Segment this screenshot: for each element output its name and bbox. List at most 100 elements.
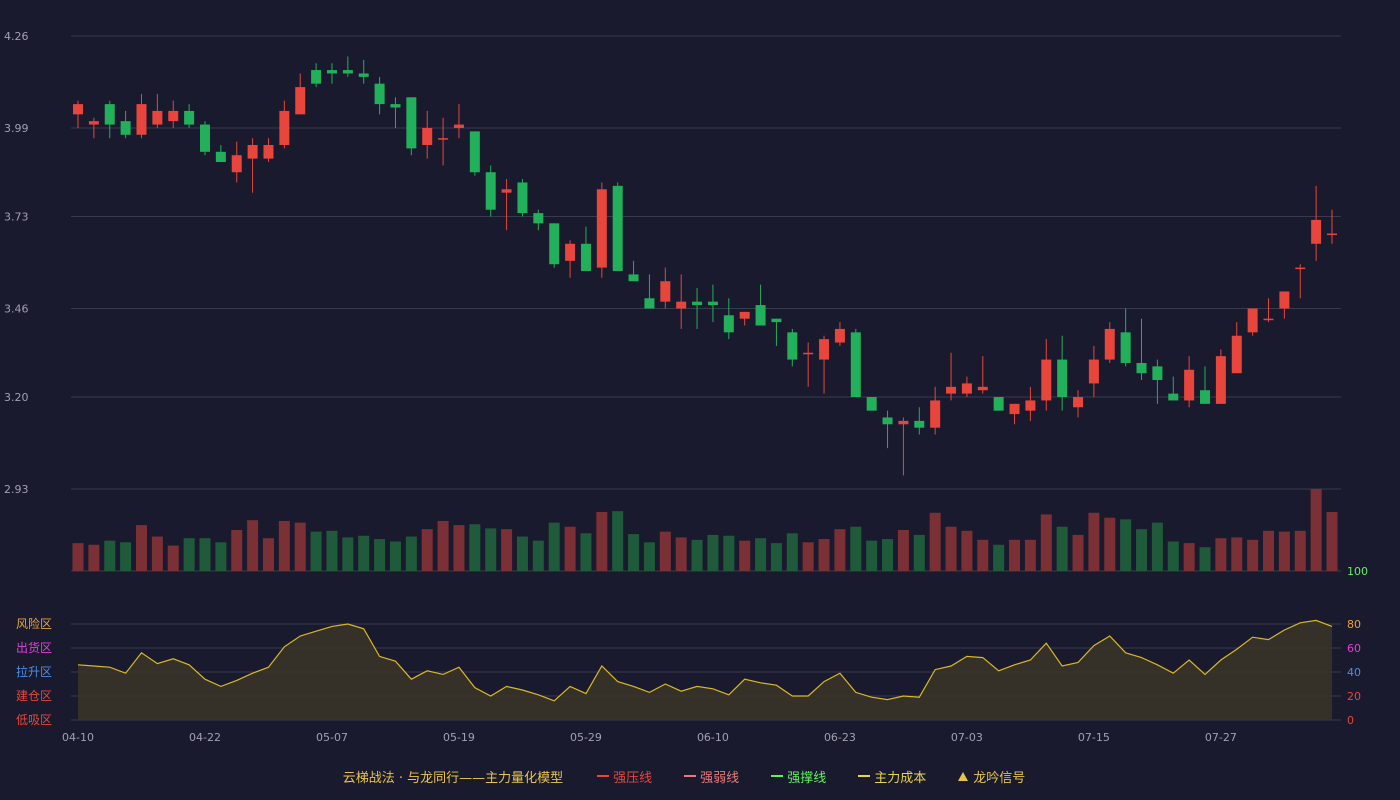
volume-bar [882,539,894,571]
volume-bar [516,536,528,571]
volume-bar [247,520,259,571]
volume-bar [405,536,417,571]
volume-bar [135,525,147,571]
candle-body [1168,393,1179,401]
volume-bar [993,544,1005,571]
price-tick-label: 2.93 [4,483,29,496]
candle-body [993,397,1004,411]
candle-body [1136,362,1147,374]
chart-legend: 云梯战法 · 与龙同行——主力量化模型 强压线 强弱线 强撑线 主力成本 龙吟信… [0,766,1400,786]
candle-body [501,189,512,193]
volume-bar [1009,539,1021,571]
volume-bar [580,533,592,571]
candle-body [342,70,353,74]
candle-body [263,144,274,159]
candle-body [136,104,147,135]
volume-bar [977,539,989,571]
volume-bar [120,542,132,571]
candle-body [834,328,845,343]
legend-item-support[interactable]: 强撑线 [771,767,826,786]
volume-bar [1120,519,1132,571]
legend-item-cost[interactable]: 主力成本 [858,767,926,786]
volume-bar [1310,489,1322,571]
volume-bar [421,529,433,571]
legend-item-strength[interactable]: 强弱线 [684,767,739,786]
volume-bar [1263,530,1275,571]
candle-body [438,138,449,140]
volume-bar [755,538,767,571]
volume-bar [437,520,449,571]
oscillator-tick-label: 100 [1347,565,1368,578]
date-tick-label: 05-19 [443,731,475,744]
zone-label: 风险区 [16,616,52,631]
candle-body [453,124,464,128]
oscillator-tick-label: 20 [1347,690,1361,703]
volume-bar [786,533,798,571]
legend-label: 龙吟信号 [973,770,1026,786]
volume-bar [548,522,560,571]
volume-bar [294,522,306,571]
candle-body [1120,332,1131,363]
volume-bar [897,530,909,571]
legend-item-signal[interactable]: 龙吟信号 [958,767,1025,786]
volume-bar [1247,539,1259,571]
date-tick-label: 07-27 [1205,731,1237,744]
date-tick-label: 06-23 [824,731,856,744]
candle-body [819,339,830,360]
candle-body [1215,356,1226,404]
candle-body [295,87,306,115]
date-tick-label: 04-22 [189,731,221,744]
candle-body [660,281,671,302]
volume-bar [691,539,703,571]
candle-body [247,144,258,159]
candle-body [930,400,941,428]
candle-body [961,383,972,394]
candle-body [231,155,242,173]
candle-body [104,104,115,125]
candle-body [1184,369,1195,401]
volume-bar [739,540,751,571]
volume-bar [278,520,290,571]
volume-bar [358,535,370,571]
candle-body [692,301,703,306]
date-tick-label: 06-10 [697,731,729,744]
volume-bar [389,541,401,571]
volume-bar [532,540,544,571]
volume-bar [104,540,116,571]
candle-body [1311,219,1322,244]
candle-body [120,121,131,135]
candle-body [1231,335,1242,374]
candle-body [549,223,560,265]
candle-body [485,172,496,210]
volume-bar [1326,511,1338,571]
price-tick-label: 4.26 [4,30,29,43]
candle-body [1247,308,1258,333]
volume-bar [215,542,227,571]
candle-body [676,301,687,309]
volume-bar [262,538,274,571]
volume-bar [707,534,719,571]
volume-bar [1024,539,1036,571]
volume-bar [326,530,338,571]
zone-label: 低吸区 [16,713,52,727]
volume-bar [88,544,100,571]
candle-body [1104,328,1115,360]
legend-item-resistance[interactable]: 强压线 [597,767,652,786]
candle-body [199,124,210,152]
date-tick-label: 07-15 [1078,731,1110,744]
volume-bar [770,543,782,571]
volume-bar [1278,531,1290,571]
volume-bar [612,511,624,571]
legend-label: 强弱线 [700,770,740,786]
volume-bar [723,535,735,571]
triangle-icon [958,771,969,781]
volume-bar [659,531,671,571]
candle-body [422,127,433,145]
candle-body [882,417,893,425]
candle-body [771,318,782,323]
candle-body [612,185,623,272]
volume-bar [453,525,465,571]
volume-bar [866,540,878,571]
date-tick-label: 05-29 [570,731,602,744]
oscillator-tick-label: 80 [1347,618,1361,631]
